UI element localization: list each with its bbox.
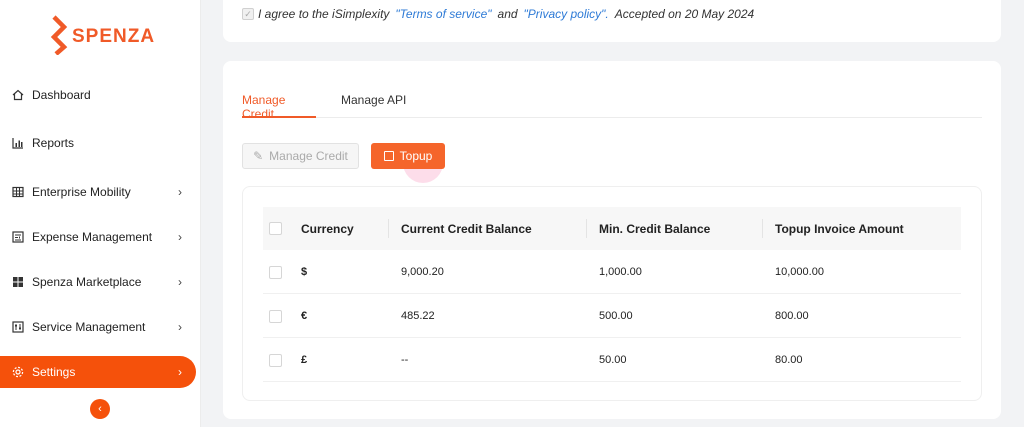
currency-cell: £ (301, 354, 308, 366)
current-balance-cell: -- (401, 354, 409, 366)
grid-table-icon (12, 186, 24, 198)
select-all-checkbox[interactable] (269, 222, 282, 235)
currency-cell: $ (301, 266, 308, 278)
topup-amount-cell: 10,000.00 (775, 266, 824, 278)
credit-management-card: Manage Credit Manage API ✎ Manage Credit… (223, 61, 1001, 419)
sidebar-item-enterprise-mobility[interactable]: Enterprise Mobility › (0, 176, 196, 208)
topup-button-label: Topup (399, 149, 433, 163)
chevron-left-icon: ‹ (98, 403, 102, 415)
row-checkbox[interactable] (269, 309, 282, 323)
home-icon (12, 89, 24, 101)
agreement-prefix: I agree to the iSimplexity (258, 7, 390, 21)
pencil-icon: ✎ (253, 149, 264, 163)
sidebar-item-dashboard[interactable]: Dashboard (0, 79, 196, 111)
terms-of-service-link[interactable]: "Terms of service" (395, 7, 491, 21)
sidebar-item-service-management[interactable]: Service Management › (0, 311, 196, 343)
chevron-right-icon: › (178, 275, 182, 289)
column-header-currency: Currency (301, 221, 354, 236)
tab-manage-api[interactable]: Manage API (341, 87, 406, 118)
column-header-min-balance: Min. Credit Balance (599, 221, 711, 236)
row-checkbox[interactable] (269, 265, 282, 279)
sidebar-item-label: Dashboard (32, 88, 91, 102)
currency-cell: € (301, 310, 308, 322)
sidebar-item-reports[interactable]: Reports (0, 127, 196, 159)
sidebar-item-settings[interactable]: Settings › (0, 356, 196, 388)
chevron-right-icon: › (178, 320, 182, 334)
manage-credit-button[interactable]: ✎ Manage Credit (242, 143, 359, 169)
bar-chart-icon (12, 137, 24, 149)
collapse-sidebar-button[interactable]: ‹ (90, 399, 110, 419)
tab-bar: Manage Credit Manage API (242, 87, 982, 121)
wallet-icon (383, 151, 394, 161)
sidebar-item-label: Reports (32, 136, 75, 150)
sidebar-item-spenza-marketplace[interactable]: Spenza Marketplace › (0, 266, 196, 298)
sidebar-item-label: Expense Management (32, 230, 153, 244)
sidebar-item-label: Service Management (32, 320, 146, 334)
tab-manage-credit[interactable]: Manage Credit (242, 87, 316, 121)
spenza-logo-icon (50, 15, 68, 55)
agreement-and: and (497, 7, 518, 21)
topup-button[interactable]: Topup (371, 143, 445, 169)
column-header-current-balance: Current Credit Balance (401, 221, 532, 236)
min-balance-cell: 1,000.00 (599, 266, 642, 278)
sidebar-item-label: Settings (32, 365, 76, 379)
sidebar-item-label: Enterprise Mobility (32, 185, 131, 199)
agreement-checkbox[interactable]: ✓ (242, 8, 254, 20)
current-balance-cell: 9,000.20 (401, 266, 444, 278)
topup-amount-cell: 800.00 (775, 310, 809, 322)
ledger-icon (12, 231, 24, 243)
sidebar: SPENZA Dashboard Reports Enterprise Mobi… (0, 0, 201, 427)
table-row[interactable]: $ 9,000.20 1,000.00 10,000.00 (263, 250, 961, 294)
credit-table: Currency Current Credit Balance Min. Cre… (242, 186, 982, 401)
sidebar-item-expense-management[interactable]: Expense Management › (0, 221, 196, 253)
accepted-date: Accepted on 20 May 2024 (614, 7, 755, 21)
column-header-topup-amount: Topup Invoice Amount (775, 221, 904, 236)
agreement-card: ✓ I agree to the iSimplexity "Terms of s… (223, 0, 1001, 42)
row-checkbox[interactable] (269, 353, 282, 367)
sidebar-item-label: Spenza Marketplace (32, 275, 142, 289)
privacy-policy-link[interactable]: "Privacy policy". (524, 7, 609, 21)
topup-amount-cell: 80.00 (775, 354, 803, 366)
table-header: Currency Current Credit Balance Min. Cre… (263, 207, 961, 250)
brand-name: SPENZA (72, 26, 156, 47)
current-balance-cell: 485.22 (401, 310, 435, 322)
brand-logo[interactable]: SPENZA (50, 14, 155, 56)
min-balance-cell: 500.00 (599, 310, 633, 322)
tiles-icon (12, 276, 24, 288)
chevron-right-icon: › (178, 365, 182, 379)
gear-icon (12, 366, 24, 378)
chevron-right-icon: › (178, 230, 182, 244)
min-balance-cell: 50.00 (599, 354, 627, 366)
sliders-icon (12, 321, 24, 333)
table-row[interactable]: € 485.22 500.00 800.00 (263, 294, 961, 338)
chevron-right-icon: › (178, 185, 182, 199)
table-row[interactable]: £ -- 50.00 80.00 (263, 338, 961, 382)
agreement-row: ✓ I agree to the iSimplexity "Terms of s… (242, 7, 754, 21)
manage-credit-button-label: Manage Credit (269, 149, 348, 163)
